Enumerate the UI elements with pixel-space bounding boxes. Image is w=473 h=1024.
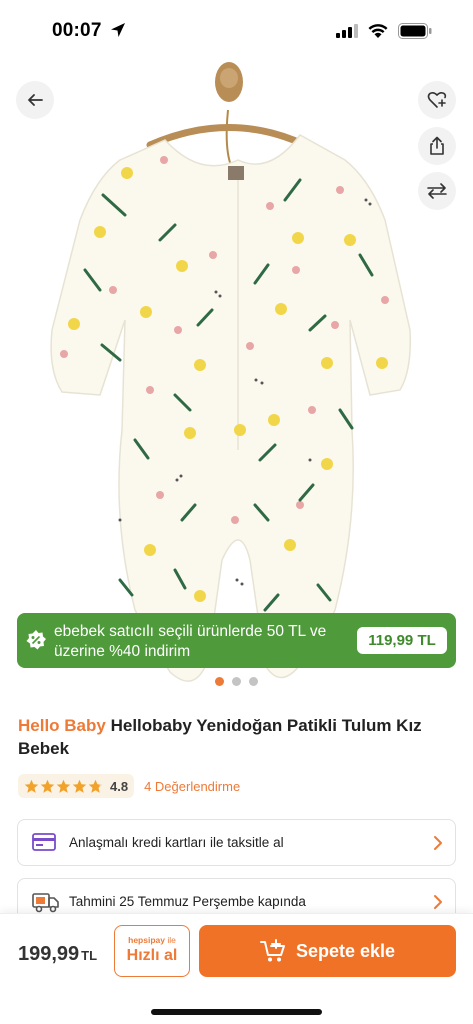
promo-text: ebebek satıcılı seçili ürünlerde 50 TL v…	[54, 623, 327, 660]
wifi-icon	[368, 24, 388, 38]
carousel-dot[interactable]	[232, 677, 241, 686]
installment-card[interactable]: Anlaşmalı kredi kartları ile taksitle al	[17, 819, 456, 866]
promo-price: 119,99 TL	[357, 627, 447, 654]
delivery-truck-icon	[32, 893, 59, 913]
star-icon	[40, 779, 55, 793]
price-value: 199,99	[18, 943, 80, 965]
battery-icon	[398, 23, 432, 39]
price-currency: TL	[81, 948, 98, 963]
share-button[interactable]	[418, 127, 456, 165]
quick-buy-label: Hızlı al	[126, 947, 178, 964]
hepsipay-suffix: ile	[167, 935, 176, 945]
product-image-gallery[interactable]	[0, 60, 473, 700]
status-bar: 00:07	[0, 0, 473, 60]
cart-plus-icon	[259, 939, 285, 962]
add-to-favorites-button[interactable]	[418, 81, 456, 119]
installment-text: Anlaşmalı kredi kartları ile taksitle al	[69, 835, 284, 850]
quick-buy-button[interactable]: hepsipay ile Hızlı al	[114, 925, 190, 977]
star-half-icon	[88, 779, 103, 793]
baby-onesie-image	[50, 62, 412, 682]
compare-button[interactable]	[418, 172, 456, 210]
chevron-right-icon	[434, 895, 442, 909]
review-count-link[interactable]: 4 Değerlendirme	[144, 779, 240, 794]
cellular-signal-icon	[336, 24, 358, 38]
credit-card-icon	[32, 833, 56, 851]
product-price: 199,99 TL	[18, 943, 97, 966]
heart-plus-icon	[427, 91, 447, 108]
home-indicator	[151, 1009, 322, 1015]
star-icon	[56, 779, 71, 793]
discount-badge-icon	[26, 630, 46, 650]
rating-row[interactable]: 4.8 4 Değerlendirme	[18, 774, 240, 798]
star-icon	[24, 779, 39, 793]
back-button[interactable]	[16, 81, 54, 119]
hepsipay-brand: hepsipay	[128, 935, 165, 945]
status-time: 00:07	[52, 20, 102, 41]
delivery-text: Tahmini 25 Temmuz Perşembe kapında	[69, 894, 306, 909]
compare-arrows-icon	[427, 183, 447, 199]
rating-value: 4.8	[110, 778, 129, 794]
add-to-cart-label: Sepete ekle	[295, 940, 396, 961]
carousel-dots	[0, 677, 473, 686]
location-arrow-icon	[111, 23, 125, 37]
chevron-right-icon	[434, 836, 442, 850]
hepsipay-logo: hepsipay ile	[115, 935, 189, 945]
arrow-left-icon	[28, 94, 43, 106]
add-to-cart-button[interactable]: Sepete ekle	[199, 925, 456, 977]
carousel-dot[interactable]	[215, 677, 224, 686]
carousel-dot[interactable]	[249, 677, 258, 686]
star-icon	[72, 779, 87, 793]
brand-link[interactable]: Hello Baby	[18, 716, 106, 735]
promo-banner[interactable]: ebebek satıcılı seçili ürünlerde 50 TL v…	[17, 613, 456, 668]
bottom-action-bar: 199,99 TL hepsipay ile Hızlı al Sepete ek…	[0, 913, 473, 1024]
rating-chip: 4.8	[18, 774, 135, 798]
share-icon	[430, 136, 444, 155]
product-title: Hello Baby Hellobaby Yenidoğan Patikli T…	[18, 714, 458, 760]
